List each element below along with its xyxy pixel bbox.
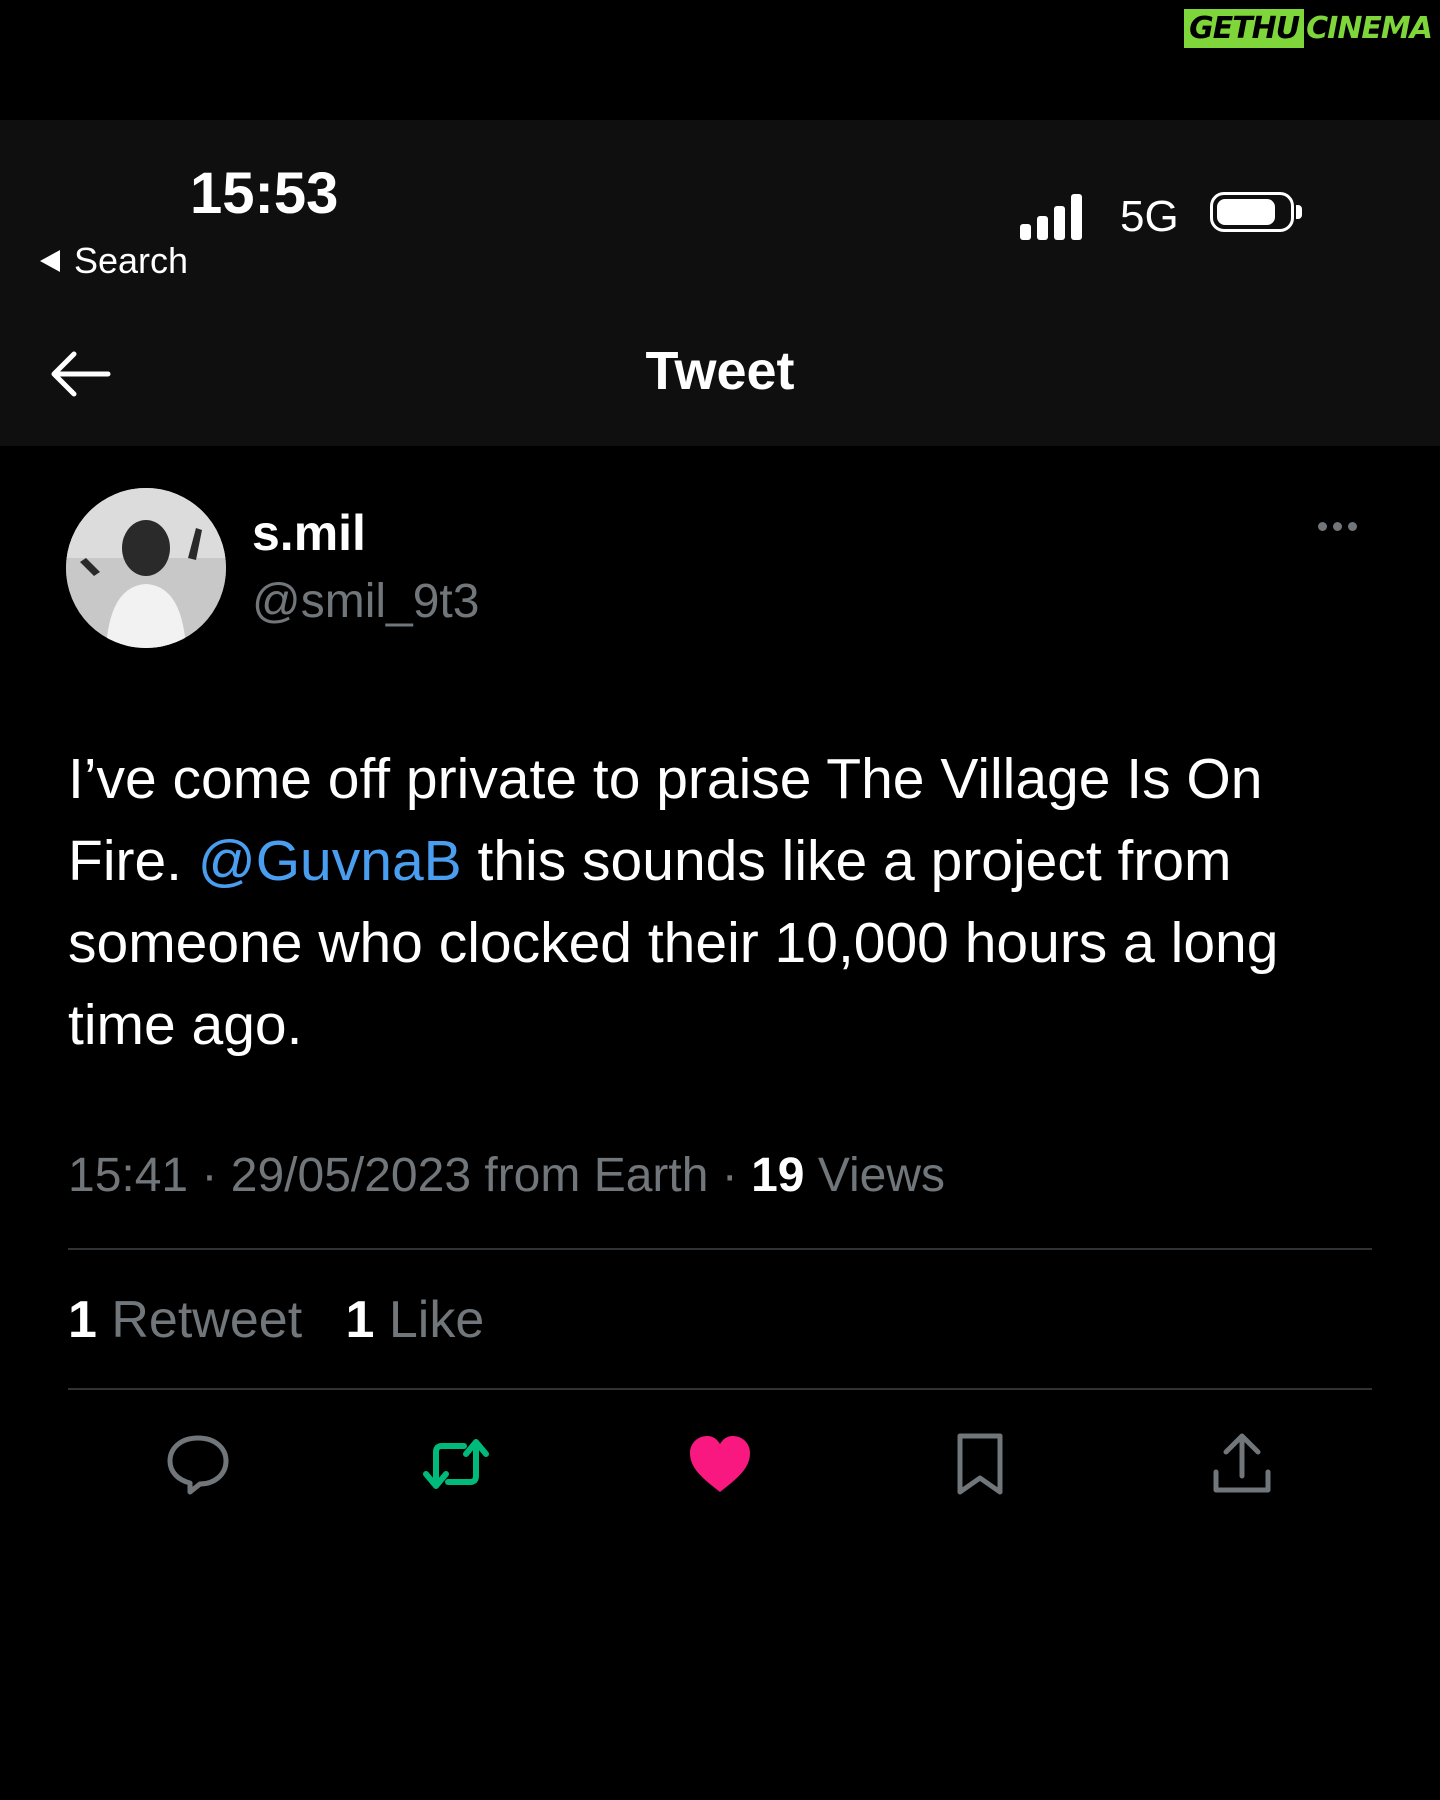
mention-link[interactable]: @GuvnaB (198, 829, 462, 893)
user-handle[interactable]: @smil_9t3 (252, 574, 479, 629)
tweet-text: I’ve come off private to praise The Vill… (68, 738, 1388, 1066)
likes-label: Like (388, 1291, 485, 1349)
avatar-photo (66, 488, 226, 648)
watermark-part-1: GETHU (1184, 8, 1305, 48)
retweets-link[interactable]: 1 Retweet (68, 1291, 302, 1349)
tweet-time: 15:41 (68, 1149, 189, 1202)
views-label: Views (817, 1149, 945, 1202)
bookmark-icon[interactable] (946, 1432, 1014, 1496)
divider (68, 1388, 1372, 1390)
display-name[interactable]: s.mil (252, 504, 366, 562)
network-type: 5G (1120, 192, 1179, 241)
tweet-meta: 15:41 · 29/05/2023 from Earth · 19 Views (68, 1149, 945, 1202)
likes-link[interactable]: 1 Like (345, 1291, 484, 1349)
reply-icon[interactable] (164, 1432, 232, 1496)
more-options-icon[interactable] (1318, 522, 1357, 531)
page-title: Tweet (645, 341, 795, 401)
divider (68, 1248, 1372, 1250)
share-icon[interactable] (1208, 1432, 1276, 1496)
retweets-label: Retweet (111, 1291, 303, 1349)
avatar[interactable] (66, 488, 226, 648)
tweet-source: from Earth (484, 1149, 709, 1202)
watermark-part-2: CINEMA (1306, 10, 1433, 46)
back-triangle-icon (40, 250, 60, 272)
tweet-date: 29/05/2023 (230, 1149, 472, 1202)
watermark-logo: GETHU CINEMA (1184, 8, 1434, 48)
engagement-counts: 1 Retweet 1 Like (68, 1290, 484, 1350)
likes-count: 1 (345, 1291, 375, 1349)
status-time: 15:53 (190, 161, 339, 226)
views-count: 19 (751, 1149, 805, 1202)
signal-icon (1020, 194, 1082, 240)
retweet-icon[interactable] (422, 1432, 490, 1496)
like-icon[interactable] (686, 1432, 754, 1496)
back-to-search-label: Search (74, 240, 189, 281)
battery-icon (1210, 192, 1302, 238)
retweets-count: 1 (68, 1291, 97, 1349)
back-to-search-button[interactable]: Search (40, 240, 188, 282)
